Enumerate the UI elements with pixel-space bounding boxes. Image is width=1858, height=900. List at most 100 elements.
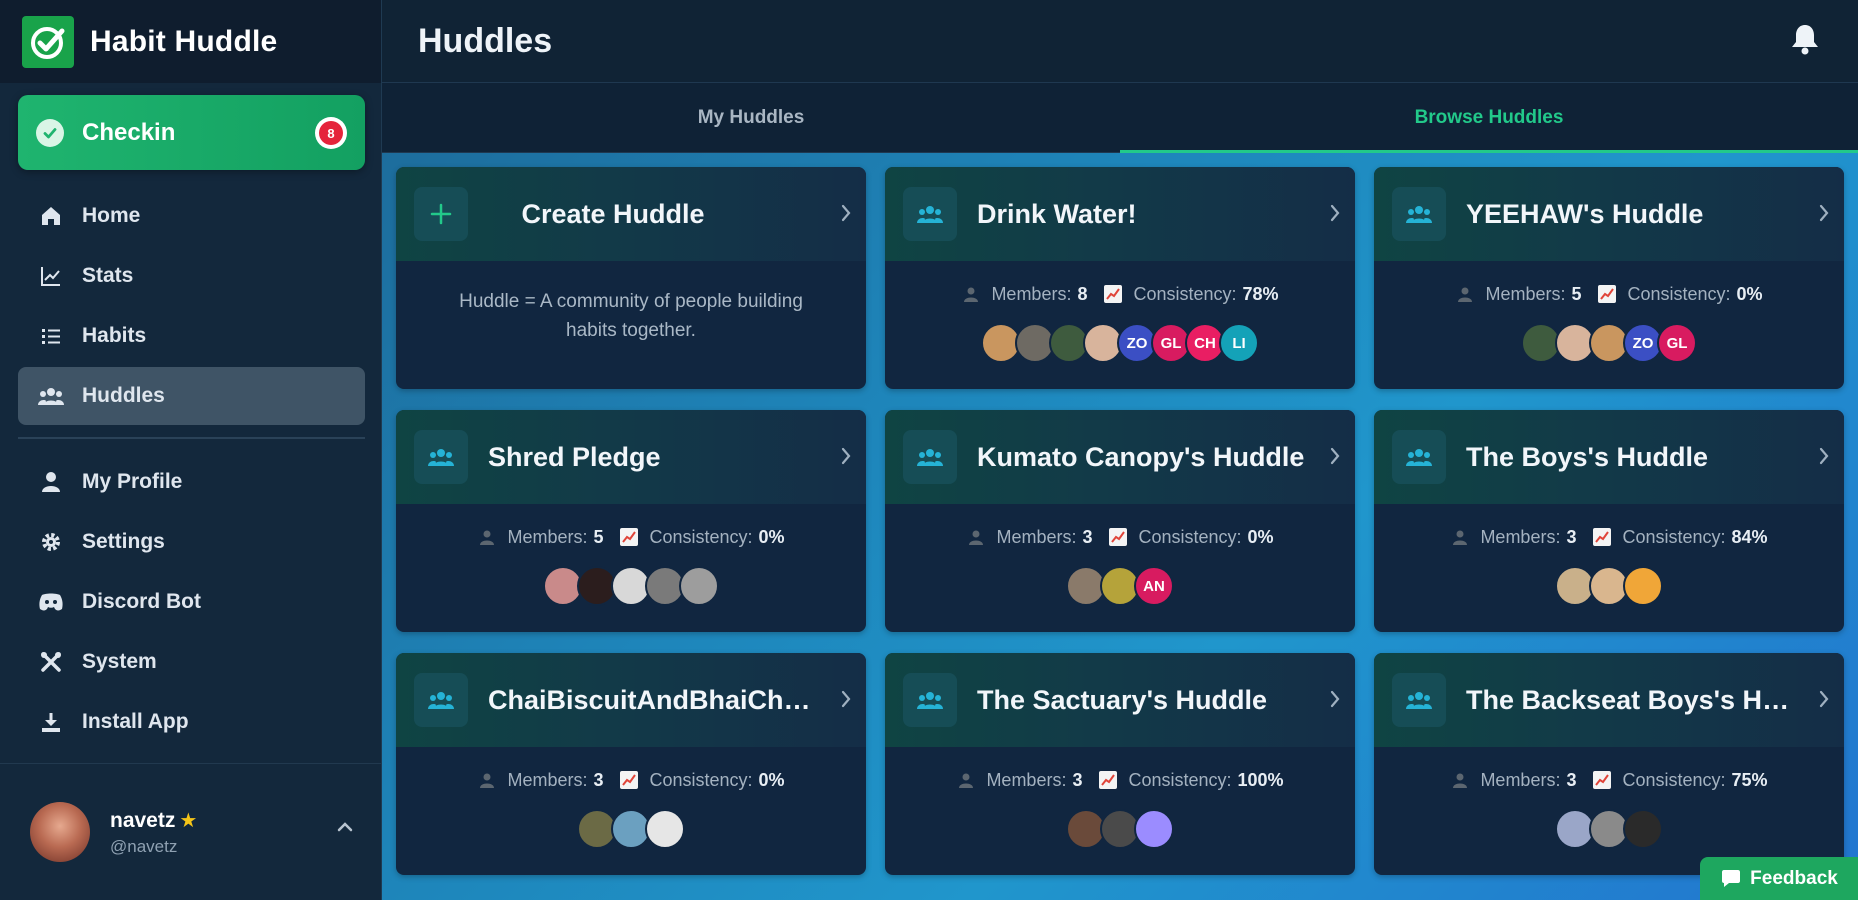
huddle-card[interactable]: The Backseat Boys's Huddle Members:3 Consi…: [1374, 653, 1844, 875]
user-icon: [38, 469, 64, 495]
huddle-title: Shred Pledge: [488, 441, 661, 472]
member-avatar: LI: [1219, 323, 1259, 363]
nav-item-home[interactable]: Home: [18, 187, 365, 245]
member-avatar: [1623, 566, 1663, 606]
nav-item-system[interactable]: System: [18, 633, 365, 691]
members-count: 3: [1082, 526, 1093, 547]
chevron-right-icon: [1818, 203, 1830, 228]
main-content: Huddles My Huddles Browse Huddles Create…: [382, 0, 1858, 900]
members-icon: [477, 527, 497, 547]
trend-chart-icon: [1108, 527, 1128, 547]
tab-browse-huddles[interactable]: Browse Huddles: [1120, 83, 1858, 153]
nav-item-discord-bot[interactable]: Discord Bot: [18, 573, 365, 631]
huddle-card[interactable]: Shred Pledge Members: 5 Consistency: 0%: [396, 410, 866, 632]
user-handle: @navetz: [110, 836, 178, 856]
user-name: navetz: [110, 808, 176, 832]
consistency-value: 0%: [758, 526, 785, 547]
group-icon: [903, 430, 957, 484]
nav-item-my-profile[interactable]: My Profile: [18, 453, 365, 511]
members-stat: Members: 3: [1450, 527, 1576, 548]
huddle-title: The Backseat Boys's Huddle: [1466, 684, 1796, 715]
consistency-label: Consistency:: [649, 769, 753, 790]
consistency-label: Consistency:: [1133, 283, 1237, 304]
consistency-label: Consistency:: [1627, 283, 1731, 304]
checkin-button[interactable]: Checkin 8: [18, 95, 365, 170]
chat-icon: [1722, 869, 1741, 887]
consistency-stat: Consistency: 0%: [1108, 526, 1274, 548]
member-avatar: [1134, 809, 1174, 849]
user-menu[interactable]: navetz ★ @navetz: [0, 763, 382, 900]
consistency-stat: Consistency: 0%: [619, 526, 785, 548]
huddle-stats: Members: 3 Consistency: 84%: [1374, 504, 1844, 564]
tab-my-huddles[interactable]: My Huddles: [382, 83, 1120, 152]
nav-item-stats[interactable]: Stats: [18, 247, 365, 305]
nav-label: Stats: [82, 264, 134, 287]
members-label: Members:: [996, 526, 1077, 547]
members-icon: [961, 284, 981, 304]
consistency-stat: Consistency: 0%: [619, 769, 785, 791]
card-header: Create Huddle: [396, 167, 866, 261]
nav-label: My Profile: [82, 470, 183, 493]
consistency-value: 0%: [758, 769, 785, 790]
huddle-title: Drink Water!: [977, 198, 1137, 229]
page-title: Huddles: [418, 21, 553, 60]
huddle-title: YEEHAW's Huddle: [1466, 198, 1704, 229]
sidebar: Habit Huddle Checkin 8 Home Stats Habits…: [0, 0, 382, 900]
members-label: Members:: [507, 526, 588, 547]
group-icon: [414, 673, 468, 727]
nav-item-install-app[interactable]: Install App: [18, 693, 365, 751]
checkin-count-badge: 8: [315, 117, 347, 149]
members-count: 3: [1072, 769, 1083, 790]
card-header: Drink Water!: [885, 167, 1355, 261]
members-label: Members:: [991, 283, 1072, 304]
member-avatars: ZO GL: [1374, 321, 1844, 363]
nav-label: Settings: [82, 530, 165, 553]
members-stat: Members: 3: [966, 527, 1092, 548]
nav-label: Huddles: [82, 384, 165, 407]
nav-label: Home: [82, 204, 141, 227]
app-logo-icon: [22, 15, 74, 68]
consistency-stat: Consistency: 75%: [1592, 770, 1768, 791]
nav-item-huddles[interactable]: Huddles: [18, 367, 365, 425]
trend-chart-icon: [619, 527, 639, 547]
members-stat: Members: 3: [1450, 770, 1576, 791]
members-stat: Members: 8: [961, 284, 1087, 305]
member-avatar: [679, 566, 719, 606]
consistency-label: Consistency:: [1138, 526, 1242, 547]
brand[interactable]: Habit Huddle: [0, 0, 381, 83]
huddle-stats: Members: 3 Consistency: 0%: [885, 504, 1355, 564]
group-icon: [1392, 430, 1446, 484]
huddle-title: The Sactuary's Huddle: [977, 684, 1267, 715]
plus-icon: [414, 187, 468, 241]
consistency-label: Consistency:: [649, 526, 753, 547]
huddle-stats: Members: 5 Consistency: 0%: [1374, 261, 1844, 321]
huddle-card[interactable]: The Boys's Huddle Members: 3 Consistency: 84…: [1374, 410, 1844, 632]
list-icon: [38, 323, 64, 349]
feedback-button[interactable]: Feedback: [1700, 857, 1858, 900]
avatar: [30, 802, 90, 862]
bell-icon[interactable]: [1790, 23, 1820, 60]
discord-icon: [38, 589, 64, 615]
huddle-card[interactable]: YEEHAW's Huddle Members: 5 Consistency: 0% ZO…: [1374, 167, 1844, 389]
nav-item-settings[interactable]: Settings: [18, 513, 365, 571]
chevron-right-icon: [1818, 446, 1830, 471]
consistency-value: 78%: [1242, 283, 1279, 304]
huddle-card[interactable]: ChaiBiscuitAndBhaiChara Members: 3 Consiste…: [396, 653, 866, 875]
consistency-value: 84%: [1731, 526, 1768, 547]
chevron-up-icon[interactable]: [336, 820, 354, 838]
checkin-count: 8: [319, 121, 343, 145]
huddle-title: The Boys's Huddle: [1466, 441, 1708, 472]
members-icon: [1450, 770, 1470, 790]
home-icon: [38, 203, 64, 229]
huddle-card[interactable]: The Sactuary's Huddle Members: 3 Consistenc…: [885, 653, 1355, 875]
huddle-card[interactable]: Drink Water! Members: 8 Consistency: 78% ZO GL…: [885, 167, 1355, 389]
create-huddle-card[interactable]: Create Huddle Huddle = A community of pe…: [396, 167, 866, 389]
nav-item-habits[interactable]: Habits: [18, 307, 365, 365]
members-count: 5: [593, 526, 604, 547]
chevron-right-icon: [1329, 689, 1341, 714]
primary-nav: Home Stats Habits Huddles: [18, 187, 365, 427]
nav-label: System: [82, 650, 157, 673]
member-avatar: [645, 809, 685, 849]
huddle-card[interactable]: Kumato Canopy's Huddle Members: 3 Consisten…: [885, 410, 1355, 632]
chevron-right-icon: [1329, 446, 1341, 471]
